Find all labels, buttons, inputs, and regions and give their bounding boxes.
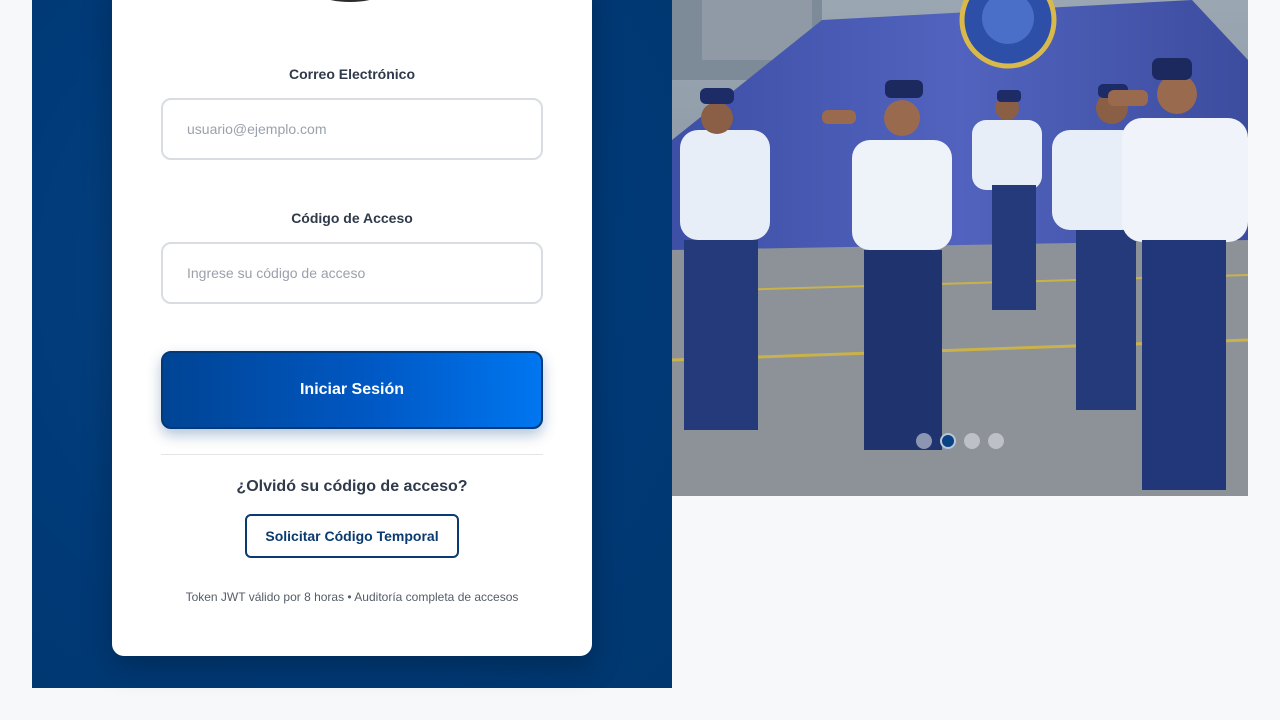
email-input[interactable] <box>163 100 541 158</box>
divider <box>161 454 543 455</box>
access-code-input[interactable] <box>163 244 541 302</box>
hero-carousel-image <box>672 0 1248 496</box>
access-code-field-container <box>161 242 543 304</box>
email-label: Correo Electrónico <box>288 66 416 82</box>
security-footnote: Token JWT válido por 8 horas • Auditoría… <box>185 590 519 604</box>
email-field-container <box>161 98 543 160</box>
request-temp-code-button[interactable]: Solicitar Código Temporal <box>245 514 459 558</box>
login-panel: Correo Electrónico Código de Acceso Inic… <box>32 0 672 688</box>
carousel-dot-2[interactable] <box>940 433 956 449</box>
officer-1 <box>680 88 770 430</box>
login-card: Correo Electrónico Código de Acceso Inic… <box>112 0 592 656</box>
access-code-label: Código de Acceso <box>291 210 413 226</box>
hero-photo <box>672 0 1248 496</box>
emblem-logo <box>330 0 370 2</box>
carousel-dot-4[interactable] <box>988 433 1004 449</box>
forgot-code-text: ¿Olvidó su código de acceso? <box>236 478 468 495</box>
carousel-indicators <box>916 433 1004 449</box>
carousel-dot-3[interactable] <box>964 433 980 449</box>
login-button[interactable]: Iniciar Sesión <box>161 351 543 429</box>
carousel-dot-1[interactable] <box>916 433 932 449</box>
